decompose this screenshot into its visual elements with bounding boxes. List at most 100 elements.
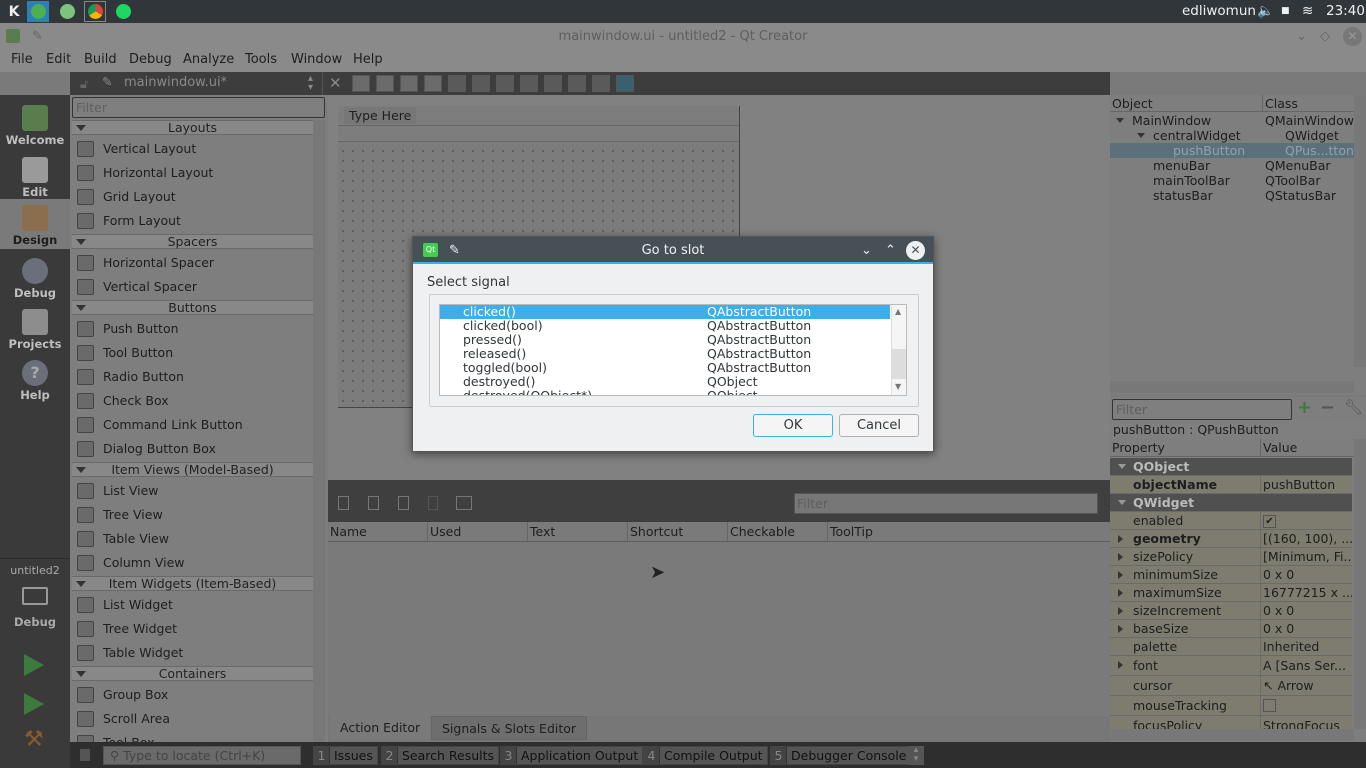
minimize-icon[interactable]: ⌄ bbox=[1296, 23, 1307, 50]
widget-item[interactable]: Column View bbox=[72, 551, 313, 575]
column-property[interactable]: Property bbox=[1112, 440, 1165, 455]
remove-dynamic-property-icon[interactable]: − bbox=[1320, 397, 1335, 418]
object-tree-row[interactable]: menuBar QMenuBar bbox=[1110, 158, 1354, 173]
object-tree-row[interactable]: mainToolBar QToolBar bbox=[1110, 173, 1354, 188]
close-icon[interactable]: ✕ bbox=[1343, 27, 1362, 46]
ok-button[interactable]: OK bbox=[753, 414, 833, 437]
toggle-sidebar-icon[interactable] bbox=[80, 749, 90, 761]
property-value[interactable]: [Minimum, Fi... bbox=[1263, 548, 1352, 566]
column-checkable[interactable]: Checkable bbox=[728, 522, 828, 542]
edit-buddies-icon[interactable] bbox=[400, 75, 418, 92]
widget-item[interactable]: Vertical Layout bbox=[72, 137, 313, 161]
expand-arrow-icon[interactable] bbox=[1137, 133, 1145, 138]
menu-debug[interactable]: Debug bbox=[129, 52, 172, 67]
property-filter-input[interactable]: Filter bbox=[1112, 399, 1292, 420]
column-shortcut[interactable]: Shortcut bbox=[628, 522, 728, 542]
signal-row[interactable]: clicked() QAbstractButton bbox=[440, 305, 890, 319]
column-text[interactable]: Text bbox=[528, 522, 628, 542]
property-row[interactable]: geometry [(160, 100), ... bbox=[1110, 530, 1352, 548]
layout-grid-icon[interactable] bbox=[568, 75, 586, 92]
edit-signals-slots-icon[interactable] bbox=[376, 75, 394, 92]
app-icon[interactable] bbox=[56, 1, 78, 22]
locator-input[interactable]: ⚲ Type to locate (Ctrl+K) bbox=[103, 746, 301, 765]
maximize-icon[interactable]: ⌃ bbox=[885, 237, 896, 264]
widget-item[interactable]: Tree View bbox=[72, 503, 313, 527]
widget-item[interactable]: Push Button bbox=[72, 317, 313, 341]
signal-list-scrollbar[interactable]: ▲ ▼ bbox=[891, 305, 906, 395]
action-filter-input[interactable]: Filter bbox=[794, 493, 1098, 514]
mode-help[interactable]: ? Help bbox=[0, 354, 70, 406]
property-value[interactable]: 0 x 0 bbox=[1263, 602, 1352, 620]
scrollbar-thumb[interactable] bbox=[892, 349, 906, 379]
property-hscrollbar[interactable] bbox=[1110, 729, 1354, 741]
break-layout-icon[interactable] bbox=[592, 75, 610, 92]
property-row[interactable]: enabled ✔ bbox=[1110, 512, 1352, 530]
enabled-checkbox[interactable]: ✔ bbox=[1263, 515, 1276, 528]
property-group[interactable]: QWidget bbox=[1110, 494, 1352, 512]
build-hammer-icon[interactable]: ⚒ bbox=[24, 727, 44, 752]
signal-row[interactable]: clicked(bool) QAbstractButton bbox=[440, 319, 890, 333]
tab-signals-slots-editor[interactable]: Signals & Slots Editor bbox=[431, 716, 588, 740]
pane-menu-icon[interactable]: ▴ ▾ bbox=[908, 746, 924, 765]
close-document-icon[interactable]: ✕ bbox=[329, 74, 342, 92]
property-row[interactable]: maximumSize 16777215 x ... bbox=[1110, 584, 1352, 602]
column-class[interactable]: Class bbox=[1265, 96, 1298, 111]
pane-issues[interactable]: 1 Issues bbox=[313, 746, 378, 765]
object-tree-row[interactable]: centralWidget QWidget bbox=[1110, 128, 1354, 143]
layout-form-icon[interactable] bbox=[544, 75, 562, 92]
expand-arrow-icon[interactable] bbox=[1118, 625, 1123, 633]
widget-item[interactable]: Radio Button bbox=[72, 365, 313, 389]
column-name[interactable]: Name bbox=[328, 522, 428, 542]
object-tree-row[interactable]: pushButton QPus...tton bbox=[1110, 143, 1354, 158]
tab-action-editor[interactable]: Action Editor bbox=[330, 716, 431, 740]
layout-horizontal-splitter-icon[interactable] bbox=[496, 75, 514, 92]
widget-item[interactable]: Check Box bbox=[72, 389, 313, 413]
menu-help[interactable]: Help bbox=[353, 52, 383, 67]
close-icon[interactable]: ✕ bbox=[906, 241, 925, 260]
property-row[interactable]: font A [Sans Ser... bbox=[1110, 656, 1352, 676]
widget-category[interactable]: Item Widgets (Item-Based) bbox=[72, 576, 313, 591]
document-switch-icon[interactable]: ▴ ▾ bbox=[308, 74, 313, 93]
signal-row[interactable]: released() QAbstractButton bbox=[440, 347, 890, 361]
widget-item[interactable]: Table Widget bbox=[72, 641, 313, 665]
property-row[interactable]: sizePolicy [Minimum, Fi... bbox=[1110, 548, 1352, 566]
object-inspector-hscrollbar[interactable] bbox=[1110, 381, 1354, 393]
expand-arrow-icon[interactable] bbox=[1118, 607, 1123, 615]
property-row[interactable]: palette Inherited bbox=[1110, 638, 1352, 656]
column-used[interactable]: Used bbox=[428, 522, 528, 542]
collapse-arrow-icon[interactable] bbox=[1118, 464, 1126, 469]
column-value[interactable]: Value bbox=[1263, 440, 1297, 455]
widget-category[interactable]: Containers bbox=[72, 666, 313, 681]
property-row[interactable]: sizeIncrement 0 x 0 bbox=[1110, 602, 1352, 620]
property-value[interactable]: A [Sans Ser... bbox=[1263, 656, 1352, 676]
mode-debug[interactable]: Debug bbox=[0, 252, 70, 304]
property-value[interactable]: 16777215 x ... bbox=[1263, 584, 1352, 602]
widget-box-scrollbar[interactable] bbox=[313, 120, 325, 742]
signal-row[interactable]: pressed() QAbstractButton bbox=[440, 333, 890, 347]
widget-filter-input[interactable]: Filter bbox=[72, 97, 325, 118]
kit-selector-icon[interactable] bbox=[22, 587, 48, 605]
mouseTracking-checkbox[interactable] bbox=[1263, 699, 1276, 712]
property-group[interactable]: QObject bbox=[1110, 458, 1352, 476]
new-action-icon[interactable] bbox=[338, 496, 349, 510]
widget-item[interactable]: Horizontal Layout bbox=[72, 161, 313, 185]
expand-arrow-icon[interactable] bbox=[1118, 589, 1123, 597]
property-value[interactable]: Inherited bbox=[1263, 638, 1352, 656]
hangouts-icon[interactable] bbox=[27, 1, 49, 22]
menu-window[interactable]: Window bbox=[291, 52, 342, 67]
menu-edit[interactable]: Edit bbox=[46, 52, 71, 67]
menu-analyze[interactable]: Analyze bbox=[183, 52, 234, 67]
widget-category[interactable]: Buttons bbox=[72, 300, 313, 315]
widget-item[interactable]: Form Layout bbox=[72, 209, 313, 233]
mode-welcome[interactable]: Welcome bbox=[0, 99, 70, 151]
signal-row[interactable]: destroyed(QObject*) QObject bbox=[440, 389, 890, 396]
widget-category[interactable]: Item Views (Model-Based) bbox=[72, 462, 313, 477]
expand-arrow-icon[interactable] bbox=[1118, 661, 1123, 669]
menu-file[interactable]: File bbox=[11, 52, 33, 67]
pin-icon[interactable]: ✎ bbox=[449, 237, 460, 264]
maximize-icon[interactable]: ◇ bbox=[1320, 23, 1330, 50]
add-dynamic-property-icon[interactable]: + bbox=[1297, 397, 1312, 418]
property-row[interactable]: minimumSize 0 x 0 bbox=[1110, 566, 1352, 584]
pane-application-output[interactable]: 3 Application Output bbox=[500, 746, 644, 765]
expand-arrow-icon[interactable] bbox=[1118, 571, 1123, 579]
